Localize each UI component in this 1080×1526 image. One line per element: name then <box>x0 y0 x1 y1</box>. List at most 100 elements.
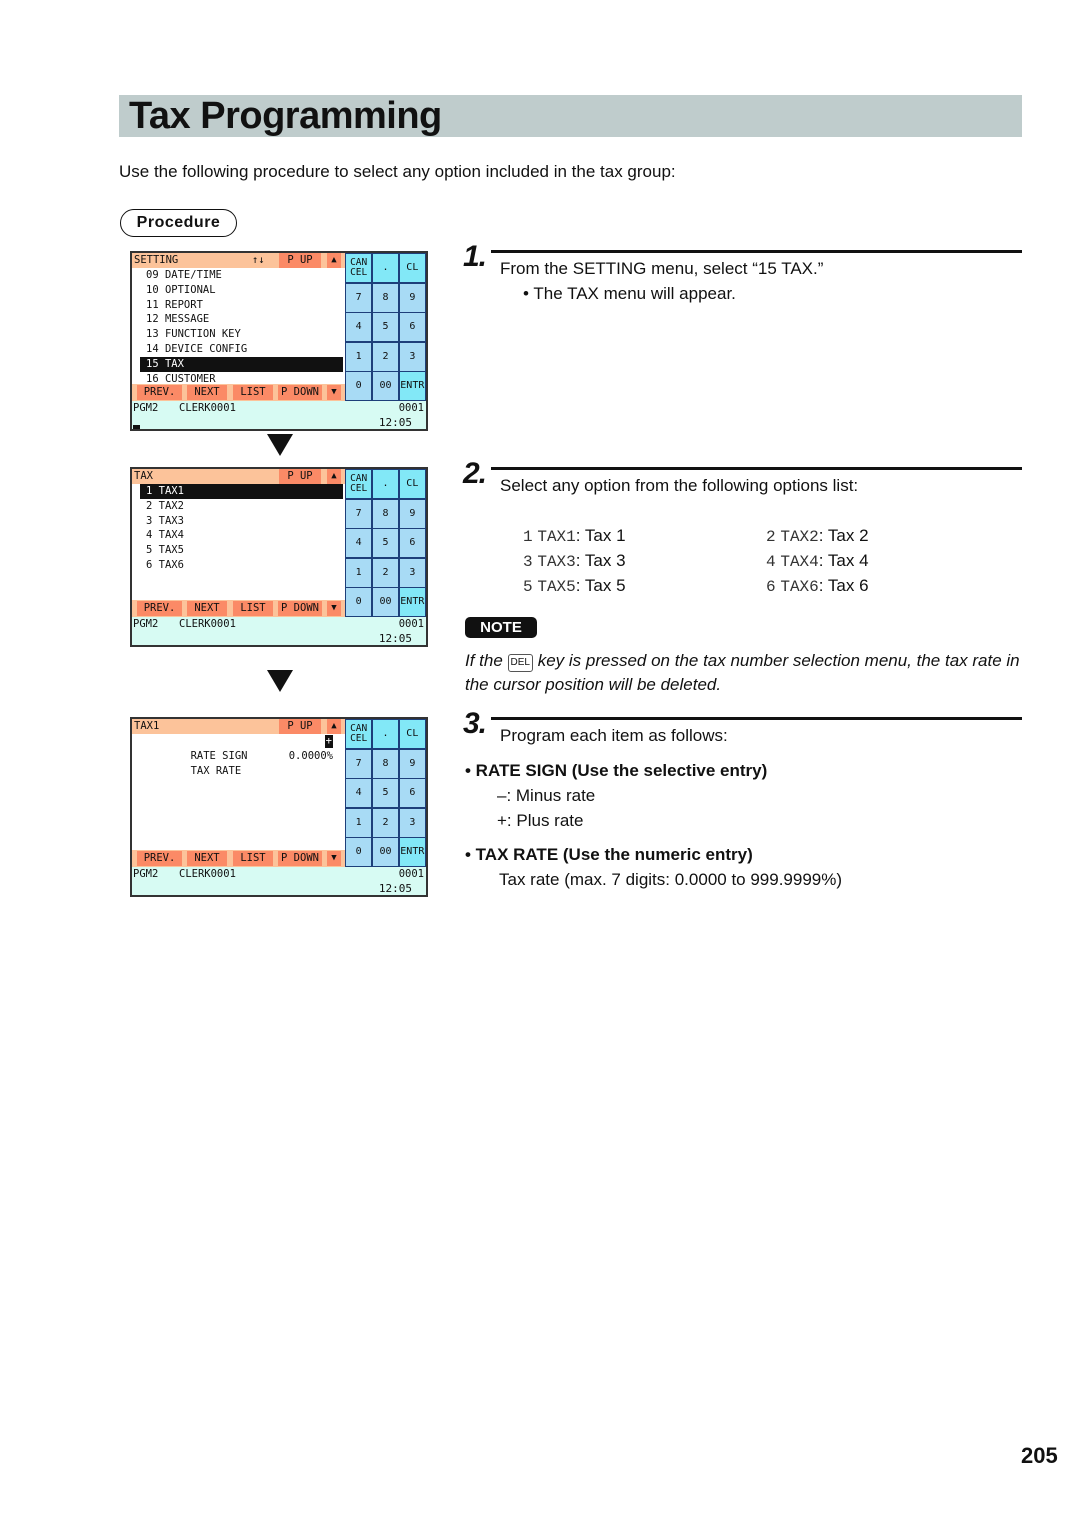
key-4[interactable]: 4 <box>346 779 372 807</box>
key-1[interactable]: 1 <box>346 808 372 837</box>
menu-item[interactable]: 4 TAX4 <box>140 528 343 543</box>
key-5[interactable]: 5 <box>372 779 399 807</box>
page-down-button[interactable]: P DOWN <box>278 851 322 866</box>
page-up-button[interactable]: P UP <box>279 469 321 484</box>
list-button[interactable]: LIST <box>233 385 273 400</box>
key-8[interactable]: 8 <box>372 283 399 312</box>
option-item: 6 TAX6: Tax 6 <box>766 576 869 596</box>
list-button[interactable]: LIST <box>233 851 273 866</box>
menu-item[interactable]: 6 TAX6 <box>140 558 343 573</box>
key-2[interactable]: 2 <box>372 342 399 371</box>
scroll-up-icon[interactable]: ▲ <box>327 719 341 734</box>
key-9[interactable]: 9 <box>399 283 425 312</box>
key-4[interactable]: 4 <box>346 313 372 341</box>
scroll-down-icon[interactable]: ▼ <box>327 601 341 616</box>
key-6[interactable]: 6 <box>399 529 425 557</box>
key-3[interactable]: 3 <box>399 558 425 587</box>
menu-item[interactable]: 3 TAX3 <box>140 514 343 529</box>
sort-icon[interactable]: ↑↓ <box>252 253 265 268</box>
key-00[interactable]: 00 <box>372 372 399 400</box>
key-1[interactable]: 1 <box>346 342 372 371</box>
clear-key[interactable]: CL <box>399 254 425 282</box>
key-5[interactable]: 5 <box>372 313 399 341</box>
option-number: 2 <box>766 528 776 546</box>
key-0[interactable]: 0 <box>346 372 372 400</box>
option-number: 5 <box>523 578 533 596</box>
page-up-button[interactable]: P UP <box>279 719 321 734</box>
cancel-key[interactable]: CAN CEL <box>346 720 372 748</box>
arrow-down-icon <box>267 670 293 692</box>
key-8[interactable]: 8 <box>372 749 399 778</box>
key-0[interactable]: 0 <box>346 838 372 866</box>
prev-button[interactable]: PREV. <box>137 851 182 866</box>
menu-item[interactable]: 13 FUNCTION KEY <box>140 327 343 342</box>
key-9[interactable]: 9 <box>399 749 425 778</box>
key-0[interactable]: 0 <box>346 588 372 616</box>
key-8[interactable]: 8 <box>372 499 399 528</box>
key-4[interactable]: 4 <box>346 529 372 557</box>
page-down-button[interactable]: P DOWN <box>278 385 322 400</box>
page-up-button[interactable]: P UP <box>279 253 321 268</box>
option-item: 3 TAX3: Tax 3 <box>523 551 626 571</box>
clerk-name: CLERK0001 <box>179 868 236 880</box>
menu-item[interactable]: 11 REPORT <box>140 298 343 313</box>
enter-key[interactable]: ENTR <box>399 372 425 400</box>
menu-item[interactable]: 12 MESSAGE <box>140 312 343 327</box>
decimal-key[interactable]: . <box>372 720 399 748</box>
menu-item[interactable]: 2 TAX2 <box>140 499 343 514</box>
list-button[interactable]: LIST <box>233 601 273 616</box>
cancel-key[interactable]: CAN CEL <box>346 254 372 282</box>
key-3[interactable]: 3 <box>399 342 425 371</box>
prev-button[interactable]: PREV. <box>137 385 182 400</box>
clear-key[interactable]: CL <box>399 720 425 748</box>
menu-item-selected[interactable]: 15 TAX <box>140 356 343 372</box>
rate-sign-option: +: Plus rate <box>497 811 584 830</box>
key-00[interactable]: 00 <box>372 588 399 616</box>
scroll-down-icon[interactable]: ▼ <box>327 851 341 866</box>
arrow-down-icon <box>267 434 293 456</box>
key-00[interactable]: 00 <box>372 838 399 866</box>
next-button[interactable]: NEXT <box>187 385 227 400</box>
key-3[interactable]: 3 <box>399 808 425 837</box>
field-tax-rate[interactable]: TAX RATE 0.0000% <box>134 749 337 777</box>
status-bar: PGM2 CLERK0001 0001 12:05 <box>132 867 426 895</box>
key-2[interactable]: 2 <box>372 558 399 587</box>
scroll-up-icon[interactable]: ▲ <box>327 469 341 484</box>
clerk-name: CLERK0001 <box>179 402 236 414</box>
key-7[interactable]: 7 <box>346 749 372 778</box>
page-down-button[interactable]: P DOWN <box>278 601 322 616</box>
cursor-marker <box>133 425 140 429</box>
decimal-key[interactable]: . <box>372 470 399 498</box>
clock: 12:05 <box>378 632 412 645</box>
enter-key[interactable]: ENTR <box>399 838 425 866</box>
decimal-key[interactable]: . <box>372 254 399 282</box>
next-button[interactable]: NEXT <box>187 851 227 866</box>
key-6[interactable]: 6 <box>399 313 425 341</box>
option-item: 5 TAX5: Tax 5 <box>523 576 626 596</box>
prev-button[interactable]: PREV. <box>137 601 182 616</box>
key-1[interactable]: 1 <box>346 558 372 587</box>
key-2[interactable]: 2 <box>372 808 399 837</box>
key-9[interactable]: 9 <box>399 499 425 528</box>
field-rate-sign[interactable]: RATE SIGN + <box>134 734 337 762</box>
rate-sign-value[interactable]: + <box>324 735 333 748</box>
menu-item-selected[interactable]: 1 TAX1 <box>140 484 343 499</box>
option-code: TAX3 <box>537 553 576 571</box>
key-6[interactable]: 6 <box>399 779 425 807</box>
cancel-key[interactable]: CAN CEL <box>346 470 372 498</box>
pos-screen-setting: SETTING ↑↓ P UP ▲ 09 DATE/TIME 10 OPTION… <box>130 251 428 431</box>
scroll-down-icon[interactable]: ▼ <box>327 385 341 400</box>
clear-key[interactable]: CL <box>399 470 425 498</box>
enter-key[interactable]: ENTR <box>399 588 425 616</box>
menu-item[interactable]: 14 DEVICE CONFIG <box>140 342 343 357</box>
key-7[interactable]: 7 <box>346 283 372 312</box>
next-button[interactable]: NEXT <box>187 601 227 616</box>
menu-item[interactable]: 5 TAX5 <box>140 543 343 558</box>
option-code: TAX2 <box>780 528 819 546</box>
key-7[interactable]: 7 <box>346 499 372 528</box>
scroll-up-icon[interactable]: ▲ <box>327 253 341 268</box>
tax-rate-value[interactable]: 0.0000% <box>289 749 333 764</box>
menu-item[interactable]: 09 DATE/TIME <box>140 268 343 283</box>
menu-item[interactable]: 10 OPTIONAL <box>140 283 343 298</box>
key-5[interactable]: 5 <box>372 529 399 557</box>
